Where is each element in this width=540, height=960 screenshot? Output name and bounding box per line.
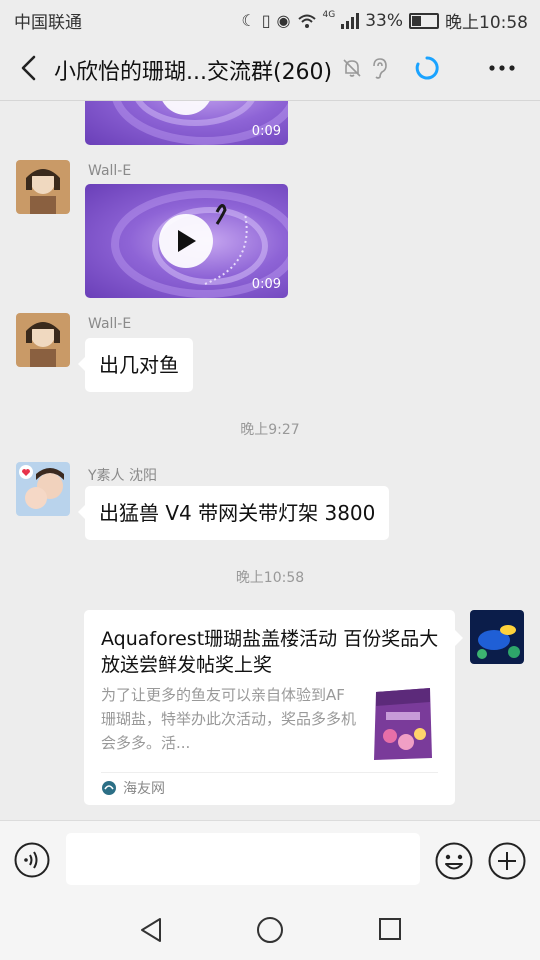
video-message[interactable]: 0:09	[85, 184, 288, 298]
nav-back-icon[interactable]	[138, 916, 164, 944]
text-message[interactable]: 出几对鱼	[78, 338, 193, 392]
product-thumbnail	[374, 688, 432, 760]
clock: 晚上10:58	[445, 13, 528, 33]
status-icons: ☾ ▯ ◉ 4G 33% 晚上10:58	[241, 8, 528, 34]
earpiece-icon	[373, 58, 387, 79]
status-bar: 中国联通 ☾ ▯ ◉ 4G 33% 晚上10:58	[0, 0, 540, 36]
input-bar	[0, 820, 540, 901]
avatar[interactable]	[16, 462, 70, 516]
chat-header: 小欣怡的珊瑚...交流群(260)	[0, 36, 540, 101]
link-card[interactable]: Aquaforest珊瑚盐盖楼活动 百份奖品大放送尝鲜发帖奖上奖 为了让更多的鱼…	[84, 610, 463, 805]
avatar-image	[16, 313, 70, 367]
sender-name: Wall-E	[88, 163, 132, 179]
card-title: Aquaforest珊瑚盐盖楼活动 百份奖品大放送尝鲜发帖奖上奖	[101, 628, 439, 676]
battery-percent: 33%	[365, 10, 403, 31]
source-name: 海友网	[123, 781, 165, 797]
back-icon[interactable]	[14, 52, 44, 84]
card-description: 为了让更多的鱼友可以亲自体验到AF珊瑚盐，特举办此次活动，奖品多多机会多多。活.…	[101, 686, 357, 752]
avatar-image	[16, 462, 70, 516]
loading-icon	[415, 56, 439, 80]
text-message[interactable]: 出猛兽 V4 带网关带灯架 3800	[77, 486, 390, 540]
avatar-image	[16, 160, 70, 214]
signal-icon	[341, 12, 360, 29]
vibrate-icon: ▯	[261, 11, 271, 30]
video-duration: 0:09	[251, 124, 281, 139]
nav-home-icon[interactable]	[256, 916, 284, 944]
moon-icon: ☾	[241, 11, 256, 30]
carrier-name: 中国联通	[14, 13, 82, 33]
timestamp: 晚上10:58	[235, 570, 305, 586]
eye-icon: ◉	[276, 11, 291, 30]
avatar[interactable]	[16, 313, 70, 367]
source-logo-icon	[102, 781, 116, 795]
avatar-image	[470, 610, 524, 664]
my-avatar[interactable]	[470, 610, 524, 664]
mute-icon	[343, 59, 361, 77]
card-divider	[101, 772, 438, 773]
card-source: 海友网	[101, 778, 165, 798]
battery-icon	[409, 12, 439, 29]
add-icon[interactable]	[488, 842, 526, 880]
voice-icon[interactable]	[14, 842, 50, 878]
avatar[interactable]	[16, 160, 70, 214]
network-type: 4G	[322, 9, 336, 20]
emoji-icon[interactable]	[435, 842, 473, 880]
play-icon	[178, 230, 196, 252]
message-input[interactable]	[66, 833, 420, 885]
wifi-icon	[297, 14, 316, 28]
video-duration: 0:09	[251, 277, 281, 292]
system-nav-bar	[0, 900, 540, 960]
more-icon[interactable]	[484, 52, 520, 84]
chat-title: 小欣怡的珊瑚...交流群(260)	[54, 60, 333, 85]
sender-name: Y素人 沈阳	[88, 468, 158, 484]
play-button[interactable]	[159, 214, 213, 268]
timestamp: 晚上9:27	[240, 422, 300, 438]
nav-recent-icon[interactable]	[378, 917, 402, 941]
video-message[interactable]: 0:09	[85, 101, 288, 145]
chat-messages[interactable]: 0:09 Wall-E 0:09 Wall-E 出几对鱼 晚上9:27 Y素人 …	[0, 101, 540, 820]
sender-name: Wall-E	[88, 316, 132, 332]
